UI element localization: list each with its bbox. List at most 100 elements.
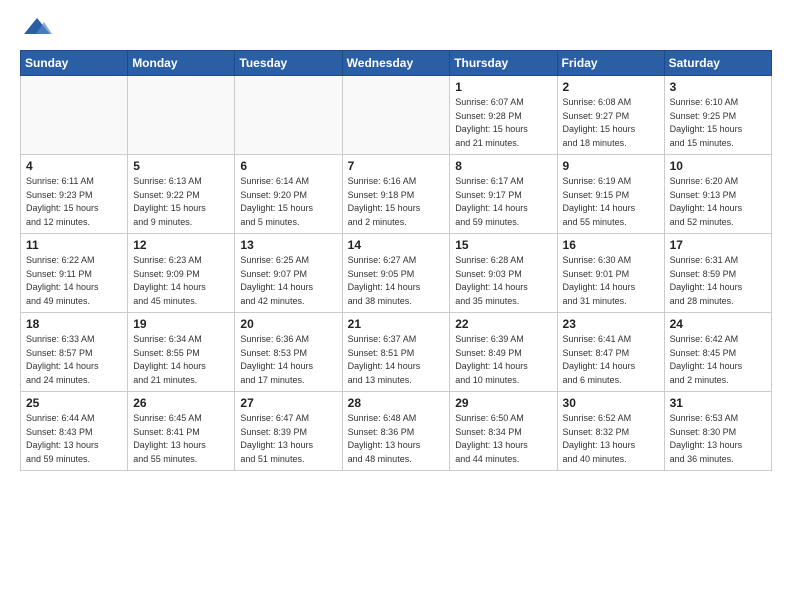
day-info: Sunrise: 6:47 AM Sunset: 8:39 PM Dayligh… xyxy=(240,412,336,466)
day-info: Sunrise: 6:14 AM Sunset: 9:20 PM Dayligh… xyxy=(240,175,336,229)
calendar-cell: 15 Sunrise: 6:28 AM Sunset: 9:03 PM Dayli… xyxy=(450,234,557,313)
day-number: 23 xyxy=(563,317,659,331)
calendar-cell: 18 Sunrise: 6:33 AM Sunset: 8:57 PM Dayli… xyxy=(21,313,128,392)
calendar-cell: 24 Sunrise: 6:42 AM Sunset: 8:45 PM Dayli… xyxy=(664,313,771,392)
calendar-cell: 6 Sunrise: 6:14 AM Sunset: 9:20 PM Daylig… xyxy=(235,155,342,234)
day-info: Sunrise: 6:42 AM Sunset: 8:45 PM Dayligh… xyxy=(670,333,766,387)
calendar-cell: 14Sunrise: 6:27 AM Sunset: 9:05 PM Dayli… xyxy=(342,234,450,313)
header xyxy=(20,16,772,38)
day-number: 18 xyxy=(26,317,122,331)
day-info: Sunrise: 6:23 AM Sunset: 9:09 PM Dayligh… xyxy=(133,254,229,308)
calendar-cell xyxy=(128,76,235,155)
day-number: 6 xyxy=(240,159,336,173)
day-number: 29 xyxy=(455,396,551,410)
day-number: 5 xyxy=(133,159,229,173)
day-info: Sunrise: 6:17 AM Sunset: 9:17 PM Dayligh… xyxy=(455,175,551,229)
weekday-thursday: Thursday xyxy=(450,51,557,76)
weekday-saturday: Saturday xyxy=(664,51,771,76)
day-info: Sunrise: 6:50 AM Sunset: 8:34 PM Dayligh… xyxy=(455,412,551,466)
calendar-cell: 29 Sunrise: 6:50 AM Sunset: 8:34 PM Dayli… xyxy=(450,392,557,471)
day-number: 12 xyxy=(133,238,229,252)
day-info: Sunrise: 6:33 AM Sunset: 8:57 PM Dayligh… xyxy=(26,333,122,387)
day-info: Sunrise: 6:28 AM Sunset: 9:03 PM Dayligh… xyxy=(455,254,551,308)
day-info: Sunrise: 6:41 AM Sunset: 8:47 PM Dayligh… xyxy=(563,333,659,387)
day-number: 17 xyxy=(670,238,766,252)
day-info: Sunrise: 6:20 AM Sunset: 9:13 PM Dayligh… xyxy=(670,175,766,229)
day-number: 30 xyxy=(563,396,659,410)
calendar-cell: 3Sunrise: 6:10 AM Sunset: 9:25 PM Daylig… xyxy=(664,76,771,155)
day-info: Sunrise: 6:10 AM Sunset: 9:25 PM Dayligh… xyxy=(670,96,766,150)
day-number: 9 xyxy=(563,159,659,173)
weekday-friday: Friday xyxy=(557,51,664,76)
weekday-wednesday: Wednesday xyxy=(342,51,450,76)
calendar-cell: 20 Sunrise: 6:36 AM Sunset: 8:53 PM Dayli… xyxy=(235,313,342,392)
day-info: Sunrise: 6:22 AM Sunset: 9:11 PM Dayligh… xyxy=(26,254,122,308)
calendar: SundayMondayTuesdayWednesdayThursdayFrid… xyxy=(20,50,772,471)
day-info: Sunrise: 6:07 AM Sunset: 9:28 PM Dayligh… xyxy=(455,96,551,150)
day-number: 27 xyxy=(240,396,336,410)
day-info: Sunrise: 6:52 AM Sunset: 8:32 PM Dayligh… xyxy=(563,412,659,466)
day-info: Sunrise: 6:39 AM Sunset: 8:49 PM Dayligh… xyxy=(455,333,551,387)
calendar-cell xyxy=(342,76,450,155)
calendar-cell: 10 Sunrise: 6:20 AM Sunset: 9:13 PM Dayli… xyxy=(664,155,771,234)
day-info: Sunrise: 6:45 AM Sunset: 8:41 PM Dayligh… xyxy=(133,412,229,466)
day-number: 31 xyxy=(670,396,766,410)
calendar-cell: 5 Sunrise: 6:13 AM Sunset: 9:22 PM Daylig… xyxy=(128,155,235,234)
day-number: 4 xyxy=(26,159,122,173)
calendar-cell: 13 Sunrise: 6:25 AM Sunset: 9:07 PM Dayli… xyxy=(235,234,342,313)
calendar-cell xyxy=(21,76,128,155)
day-number: 8 xyxy=(455,159,551,173)
day-info: Sunrise: 6:16 AM Sunset: 9:18 PM Dayligh… xyxy=(348,175,445,229)
day-number: 25 xyxy=(26,396,122,410)
calendar-cell: 31 Sunrise: 6:53 AM Sunset: 8:30 PM Dayli… xyxy=(664,392,771,471)
calendar-cell: 16 Sunrise: 6:30 AM Sunset: 9:01 PM Dayli… xyxy=(557,234,664,313)
calendar-cell: 7 Sunrise: 6:16 AM Sunset: 9:18 PM Daylig… xyxy=(342,155,450,234)
day-info: Sunrise: 6:37 AM Sunset: 8:51 PM Dayligh… xyxy=(348,333,445,387)
week-row-4: 18 Sunrise: 6:33 AM Sunset: 8:57 PM Dayli… xyxy=(21,313,772,392)
day-info: Sunrise: 6:31 AM Sunset: 8:59 PM Dayligh… xyxy=(670,254,766,308)
day-info: Sunrise: 6:34 AM Sunset: 8:55 PM Dayligh… xyxy=(133,333,229,387)
day-info: Sunrise: 6:25 AM Sunset: 9:07 PM Dayligh… xyxy=(240,254,336,308)
weekday-monday: Monday xyxy=(128,51,235,76)
day-number: 13 xyxy=(240,238,336,252)
weekday-tuesday: Tuesday xyxy=(235,51,342,76)
day-info: Sunrise: 6:36 AM Sunset: 8:53 PM Dayligh… xyxy=(240,333,336,387)
calendar-cell: 28Sunrise: 6:48 AM Sunset: 8:36 PM Dayli… xyxy=(342,392,450,471)
logo-icon xyxy=(22,16,52,38)
day-number: 26 xyxy=(133,396,229,410)
day-number: 14 xyxy=(348,238,445,252)
day-number: 1 xyxy=(455,80,551,94)
day-number: 7 xyxy=(348,159,445,173)
day-info: Sunrise: 6:53 AM Sunset: 8:30 PM Dayligh… xyxy=(670,412,766,466)
day-number: 19 xyxy=(133,317,229,331)
day-info: Sunrise: 6:30 AM Sunset: 9:01 PM Dayligh… xyxy=(563,254,659,308)
day-number: 15 xyxy=(455,238,551,252)
calendar-cell: 25 Sunrise: 6:44 AM Sunset: 8:43 PM Dayli… xyxy=(21,392,128,471)
day-number: 2 xyxy=(563,80,659,94)
calendar-cell: 30 Sunrise: 6:52 AM Sunset: 8:32 PM Dayli… xyxy=(557,392,664,471)
calendar-cell: 11 Sunrise: 6:22 AM Sunset: 9:11 PM Dayli… xyxy=(21,234,128,313)
calendar-cell xyxy=(235,76,342,155)
day-info: Sunrise: 6:19 AM Sunset: 9:15 PM Dayligh… xyxy=(563,175,659,229)
day-number: 11 xyxy=(26,238,122,252)
week-row-2: 4Sunrise: 6:11 AM Sunset: 9:23 PM Daylig… xyxy=(21,155,772,234)
day-number: 22 xyxy=(455,317,551,331)
day-number: 16 xyxy=(563,238,659,252)
calendar-cell: 2Sunrise: 6:08 AM Sunset: 9:27 PM Daylig… xyxy=(557,76,664,155)
calendar-cell: 22 Sunrise: 6:39 AM Sunset: 8:49 PM Dayli… xyxy=(450,313,557,392)
day-info: Sunrise: 6:13 AM Sunset: 9:22 PM Dayligh… xyxy=(133,175,229,229)
day-number: 10 xyxy=(670,159,766,173)
weekday-header-row: SundayMondayTuesdayWednesdayThursdayFrid… xyxy=(21,51,772,76)
calendar-cell: 12 Sunrise: 6:23 AM Sunset: 9:09 PM Dayli… xyxy=(128,234,235,313)
logo xyxy=(20,16,52,38)
day-number: 24 xyxy=(670,317,766,331)
day-number: 21 xyxy=(348,317,445,331)
calendar-cell: 27 Sunrise: 6:47 AM Sunset: 8:39 PM Dayli… xyxy=(235,392,342,471)
week-row-3: 11 Sunrise: 6:22 AM Sunset: 9:11 PM Dayli… xyxy=(21,234,772,313)
day-info: Sunrise: 6:44 AM Sunset: 8:43 PM Dayligh… xyxy=(26,412,122,466)
calendar-cell: 8 Sunrise: 6:17 AM Sunset: 9:17 PM Daylig… xyxy=(450,155,557,234)
calendar-cell: 1 Sunrise: 6:07 AM Sunset: 9:28 PM Daylig… xyxy=(450,76,557,155)
calendar-cell: 19 Sunrise: 6:34 AM Sunset: 8:55 PM Dayli… xyxy=(128,313,235,392)
day-number: 20 xyxy=(240,317,336,331)
page: SundayMondayTuesdayWednesdayThursdayFrid… xyxy=(0,0,792,481)
